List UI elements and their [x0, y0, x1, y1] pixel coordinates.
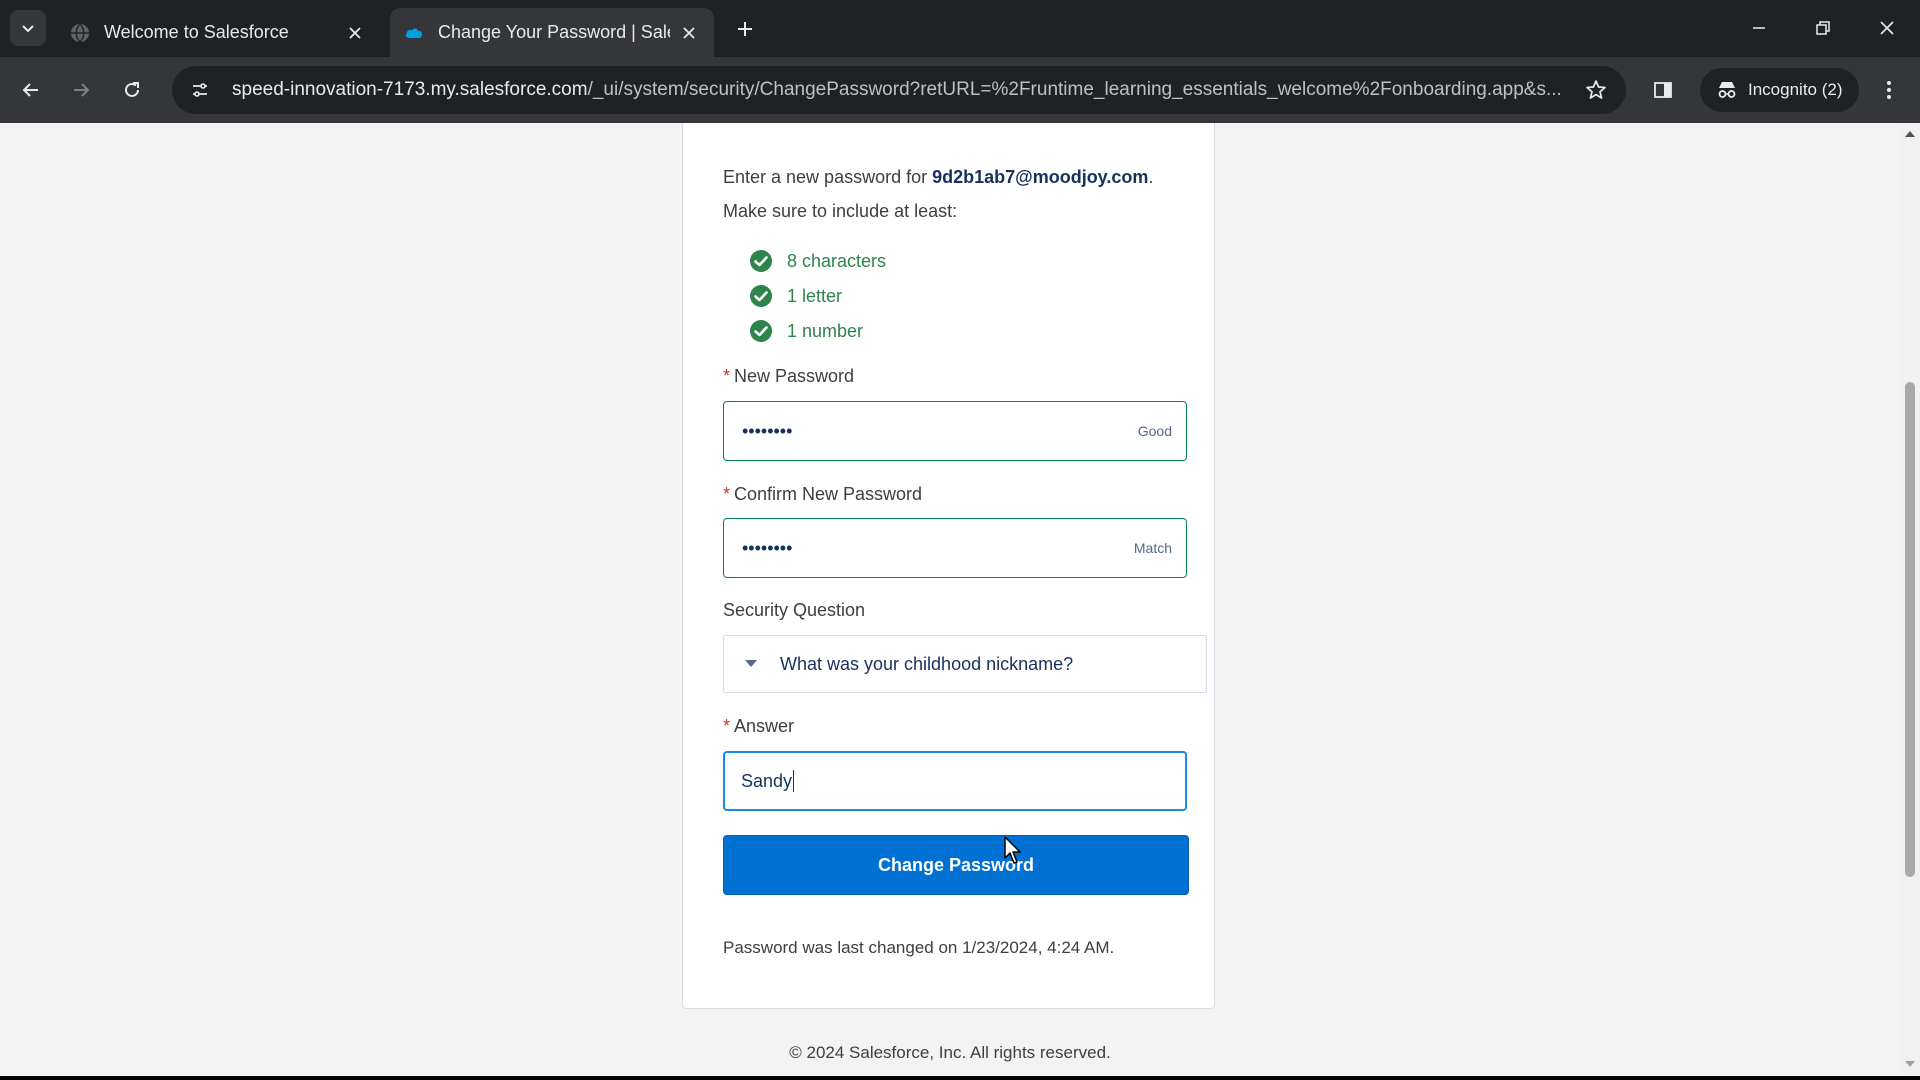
requirement-label: 1 number — [787, 320, 864, 341]
label-text: Confirm New Password — [734, 484, 923, 504]
answer-label: * Answer — [723, 716, 794, 737]
side-panel-icon — [1654, 82, 1672, 98]
selected-question: What was your childhood nickname? — [780, 653, 1074, 674]
site-info-icon — [193, 83, 207, 97]
reload-button[interactable] — [113, 71, 151, 109]
requirement-item: 1 number — [749, 319, 863, 343]
tab-change-password[interactable]: Change Your Password | Salesfo — [390, 8, 714, 57]
star-icon — [1586, 80, 1606, 99]
kebab-menu-icon — [1887, 81, 1891, 99]
restore-button[interactable] — [1799, 8, 1847, 48]
url-text: speed-innovation-7173.my.salesforce.com/… — [232, 79, 1576, 101]
new-tab-button[interactable] — [730, 14, 760, 44]
security-question-select[interactable]: What was your childhood nickname? — [723, 635, 1207, 693]
incognito-icon — [1718, 82, 1736, 98]
scroll-up-button[interactable] — [1904, 128, 1916, 140]
reload-icon — [125, 82, 139, 97]
password-mask: •••••••• — [742, 537, 793, 558]
strength-indicator: Good — [1137, 423, 1172, 439]
tab-title: Welcome to Salesforce — [104, 22, 289, 42]
copyright-text: © 2024 Salesforce, Inc. All rights reser… — [789, 1043, 1111, 1062]
restore-icon — [1816, 21, 1830, 35]
minimize-button[interactable] — [1735, 8, 1783, 48]
change-password-card: Enter a new password for 9d2b1ab7@moodjo… — [682, 123, 1215, 1009]
label-text: Answer — [734, 716, 795, 736]
include-text: Make sure to include at least: — [723, 201, 958, 221]
close-tab-button[interactable] — [678, 22, 700, 44]
requirement-label: 1 letter — [787, 285, 843, 306]
scroll-thumb[interactable] — [1905, 382, 1915, 877]
intro-prefix: Enter a new password for — [723, 167, 933, 187]
tab-title: Change Your Password | Salesfo — [438, 22, 670, 42]
back-button[interactable] — [12, 71, 50, 109]
new-password-input[interactable]: •••••••• Good — [723, 401, 1187, 461]
label-text: New Password — [734, 366, 855, 386]
requirement-label: 8 characters — [787, 250, 887, 271]
chevron-down-icon — [1905, 1061, 1915, 1067]
url-host: speed-innovation-7173.my.salesforce.com — [232, 79, 588, 100]
answer-value: Sandy — [741, 770, 793, 791]
requirement-item: 1 letter — [749, 284, 842, 308]
forward-button[interactable] — [62, 71, 100, 109]
tab-search-icon — [22, 25, 34, 33]
minimize-icon — [1753, 27, 1765, 29]
last-changed-text: Password was last changed on 1/23/2024, … — [723, 938, 1115, 957]
mouse-cursor-icon — [1004, 836, 1021, 864]
forward-icon — [74, 83, 90, 97]
scroll-down-button[interactable] — [1904, 1058, 1916, 1070]
intro-text: Enter a new password for 9d2b1ab7@moodjo… — [723, 167, 1153, 188]
plus-icon — [738, 22, 752, 36]
requirement-item: 8 characters — [749, 249, 886, 273]
check-circle-icon — [750, 285, 772, 307]
answer-input[interactable]: Sandy — [723, 751, 1187, 811]
browser-toolbar: speed-innovation-7173.my.salesforce.com/… — [0, 57, 1920, 123]
tab-strip: Welcome to Salesforce Change Your Passwo… — [0, 0, 1920, 57]
close-window-button[interactable] — [1863, 8, 1911, 48]
salesforce-cloud-icon — [405, 28, 423, 38]
globe-icon — [71, 23, 89, 42]
chevron-down-icon — [740, 653, 762, 675]
tab-search-button[interactable] — [10, 10, 46, 46]
intro-suffix: . — [1148, 167, 1154, 187]
new-password-label: * New Password — [723, 366, 854, 387]
check-circle-icon — [750, 320, 772, 342]
required-marker: * — [723, 716, 731, 736]
bookmark-button[interactable] — [1576, 70, 1616, 110]
required-marker: * — [723, 366, 731, 386]
change-password-button[interactable]: Change Password — [723, 835, 1189, 895]
match-indicator: Match — [1133, 540, 1172, 556]
security-question-label: Security Question — [723, 600, 866, 620]
incognito-label: Incognito (2) — [1748, 80, 1843, 99]
confirm-password-label: * Confirm New Password — [723, 484, 922, 505]
browser-menu-button[interactable] — [1870, 71, 1908, 109]
page-footer: © 2024 Salesforce, Inc. All rights reser… — [0, 1043, 1900, 1063]
close-icon — [1880, 21, 1894, 35]
chevron-up-icon — [1905, 131, 1915, 137]
close-tab-button[interactable] — [344, 22, 366, 44]
password-mask: •••••••• — [742, 420, 793, 441]
tab-welcome[interactable]: Welcome to Salesforce — [56, 8, 380, 57]
window-bottom-edge — [0, 1076, 1920, 1080]
site-info-button[interactable] — [180, 70, 220, 110]
text-caret — [793, 770, 795, 792]
close-icon — [349, 26, 361, 39]
close-icon — [683, 26, 695, 39]
back-icon — [22, 83, 38, 97]
url-path: /_ui/system/security/ChangePassword?retU… — [587, 79, 1562, 100]
address-bar[interactable]: speed-innovation-7173.my.salesforce.com/… — [172, 66, 1626, 114]
incognito-badge[interactable]: Incognito (2) — [1700, 68, 1859, 112]
required-marker: * — [723, 484, 731, 504]
side-panel-button[interactable] — [1644, 71, 1682, 109]
check-circle-icon — [750, 250, 772, 272]
confirm-password-input[interactable]: •••••••• Match — [723, 518, 1187, 578]
username: 9d2b1ab7@moodjoy.com — [932, 167, 1149, 187]
